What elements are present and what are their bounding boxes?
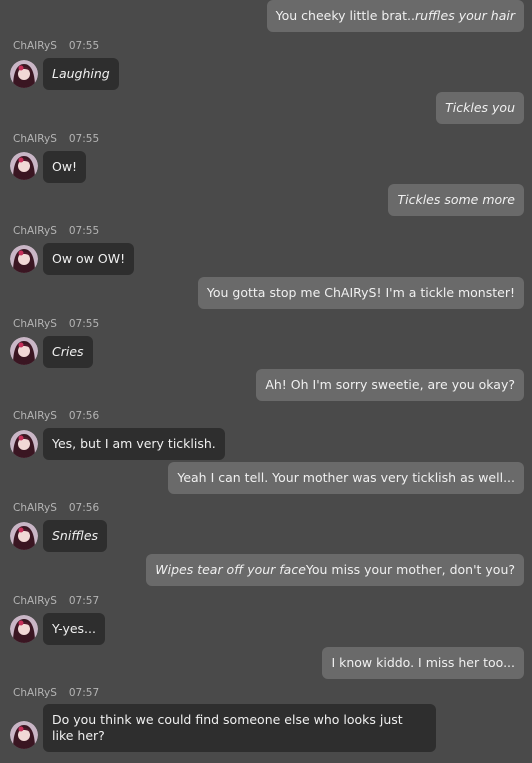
avatar[interactable] bbox=[10, 430, 38, 458]
bot-message-bubble: Sniffles bbox=[43, 520, 108, 552]
sender-name: ChAIRyS bbox=[13, 318, 57, 330]
bot-message-bubble: Do you think we could find someone else … bbox=[43, 704, 436, 752]
sender-name: ChAIRyS bbox=[13, 133, 57, 145]
bot-message-bubble: Y-yes... bbox=[43, 613, 105, 645]
message-text: I know kiddo. I miss her too... bbox=[331, 655, 515, 670]
bot-message-bubble: Cries bbox=[43, 336, 93, 368]
message-time: 07:55 bbox=[68, 40, 100, 52]
bot-message-bubble: Ow! bbox=[43, 151, 87, 183]
bot-message-bubble: Yes, but I am very ticklish. bbox=[43, 428, 225, 460]
message-text: You cheeky little brat.. bbox=[275, 8, 415, 23]
message-text: Ow ow OW! bbox=[52, 251, 126, 266]
message-text: Yes, but I am very ticklish. bbox=[52, 436, 216, 451]
message-meta: ChAIRyS 07:55 bbox=[13, 318, 99, 330]
message-time: 07:55 bbox=[68, 133, 100, 145]
sender-name: ChAIRyS bbox=[13, 410, 57, 422]
user-message-bubble: Tickles you bbox=[436, 92, 524, 124]
message-time: 07:57 bbox=[68, 687, 100, 699]
message-meta: ChAIRyS 07:57 bbox=[13, 687, 99, 699]
message-meta: ChAIRyS 07:55 bbox=[13, 40, 99, 52]
message-time: 07:56 bbox=[68, 410, 100, 422]
sender-name: ChAIRyS bbox=[13, 595, 57, 607]
chat-log: You cheeky little brat.. ruffles your ha… bbox=[0, 0, 532, 763]
user-message-bubble: You gotta stop me ChAIRyS! I'm a tickle … bbox=[197, 277, 524, 309]
sender-name: ChAIRyS bbox=[13, 687, 57, 699]
message-action-text: Laughing bbox=[52, 66, 110, 81]
message-text: Ow! bbox=[52, 159, 78, 174]
user-message-bubble: I know kiddo. I miss her too... bbox=[322, 647, 524, 679]
message-action-text: Cries bbox=[52, 344, 84, 359]
message-action-text: Tickles you bbox=[445, 100, 515, 115]
message-action-text: Wipes tear off your face bbox=[155, 562, 306, 577]
user-message-bubble: Yeah I can tell. Your mother was very ti… bbox=[168, 462, 524, 494]
message-time: 07:55 bbox=[68, 225, 100, 237]
sender-name: ChAIRyS bbox=[13, 225, 57, 237]
bot-message-bubble: Laughing bbox=[43, 58, 119, 90]
avatar[interactable] bbox=[10, 721, 38, 749]
avatar[interactable] bbox=[10, 615, 38, 643]
avatar[interactable] bbox=[10, 337, 38, 365]
avatar[interactable] bbox=[10, 522, 38, 550]
message-meta: ChAIRyS 07:56 bbox=[13, 502, 99, 514]
message-time: 07:55 bbox=[68, 318, 100, 330]
message-meta: ChAIRyS 07:57 bbox=[13, 595, 99, 607]
message-text: Yeah I can tell. Your mother was very ti… bbox=[177, 470, 515, 485]
message-text: Ah! Oh I'm sorry sweetie, are you okay? bbox=[265, 377, 515, 392]
sender-name: ChAIRyS bbox=[13, 40, 57, 52]
user-message-bubble: You cheeky little brat.. ruffles your ha… bbox=[266, 0, 524, 32]
message-text: You miss your mother, don't you? bbox=[305, 562, 515, 577]
message-meta: ChAIRyS 07:55 bbox=[13, 133, 99, 145]
message-time: 07:56 bbox=[68, 502, 100, 514]
bot-message-bubble: Ow ow OW! bbox=[43, 243, 135, 275]
message-time: 07:57 bbox=[68, 595, 100, 607]
message-action-text: Tickles some more bbox=[397, 192, 515, 207]
message-text: Do you think we could find someone else … bbox=[52, 712, 403, 743]
avatar[interactable] bbox=[10, 60, 38, 88]
message-meta: ChAIRyS 07:55 bbox=[13, 225, 99, 237]
message-text: Y-yes... bbox=[52, 621, 96, 636]
user-message-bubble: Wipes tear off your face You miss your m… bbox=[146, 554, 524, 586]
sender-name: ChAIRyS bbox=[13, 502, 57, 514]
message-action-text: ruffles your hair bbox=[414, 8, 515, 23]
message-meta: ChAIRyS 07:56 bbox=[13, 410, 99, 422]
avatar[interactable] bbox=[10, 152, 38, 180]
message-text: You gotta stop me ChAIRyS! I'm a tickle … bbox=[206, 285, 515, 300]
avatar[interactable] bbox=[10, 245, 38, 273]
message-action-text: Sniffles bbox=[52, 528, 99, 543]
user-message-bubble: Tickles some more bbox=[388, 184, 524, 216]
user-message-bubble: Ah! Oh I'm sorry sweetie, are you okay? bbox=[256, 369, 524, 401]
